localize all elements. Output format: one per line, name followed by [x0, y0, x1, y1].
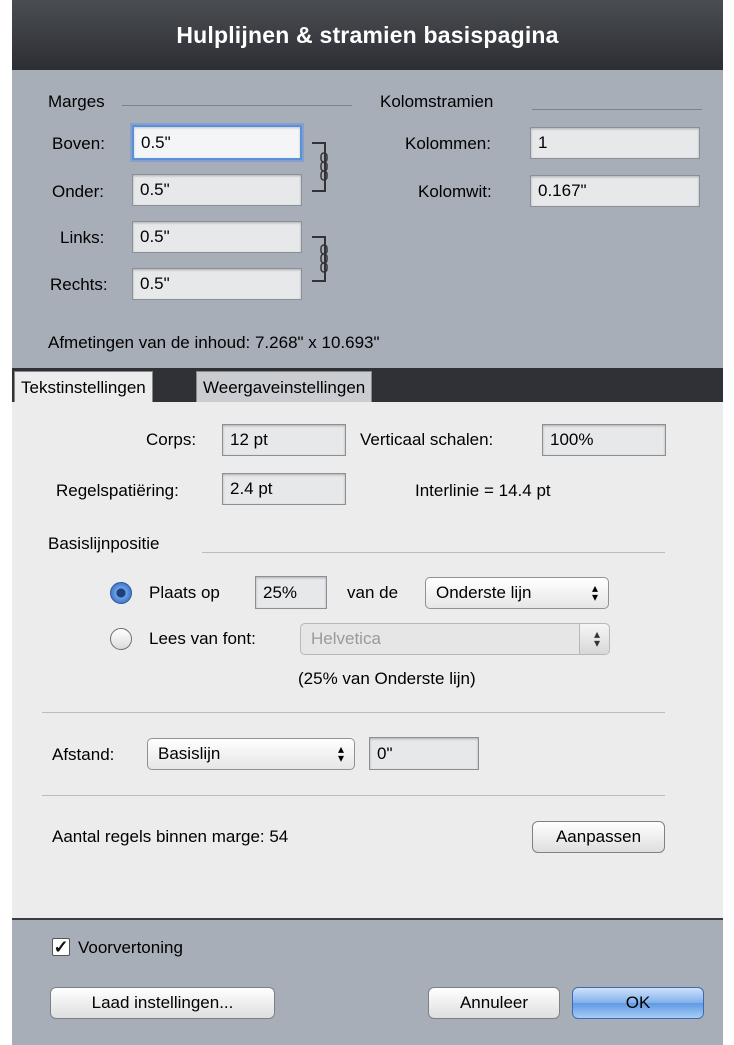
- distance-label: Afstand:: [52, 745, 115, 764]
- place-at-label: Plaats op: [149, 583, 220, 602]
- line-spacing-label: Regelspatiëring:: [56, 481, 179, 500]
- chevron-updown-icon: ▴ ▾: [337, 742, 344, 765]
- gutter-field[interactable]: 0.167": [530, 175, 700, 207]
- text-settings-panel: Corps: 12 pt Verticaal schalen: 100% Reg…: [12, 402, 723, 918]
- section-divider-1: [42, 712, 665, 713]
- right-margin-field[interactable]: 0.5": [132, 268, 302, 300]
- lines-in-margin-text: Aantal regels binnen marge: 54: [52, 827, 289, 846]
- dialog-window: Hulplijnen & stramien basispagina Marges…: [12, 0, 723, 1045]
- line-spacing-field[interactable]: 2.4 pt: [222, 473, 346, 505]
- section-divider-2: [42, 795, 665, 796]
- vscale-label: Verticaal schalen:: [360, 430, 494, 449]
- top-margin-field[interactable]: 0.5": [132, 125, 302, 160]
- baseline-note: (25% van Onderste lijn): [298, 669, 476, 688]
- bottom-margin-label: Onder:: [52, 182, 104, 201]
- corps-label: Corps:: [146, 430, 197, 449]
- baseline-line-select[interactable]: Onderste lijn ▴ ▾: [425, 577, 609, 609]
- margins-header: Marges: [48, 92, 105, 111]
- cancel-button[interactable]: Annuleer: [428, 987, 560, 1019]
- distance-select-value: Basislijn: [158, 744, 221, 763]
- link-chain-icon[interactable]: [319, 244, 329, 274]
- baseline-divider: [202, 552, 665, 553]
- link-chain-icon[interactable]: [319, 152, 329, 182]
- baseline-position-header: Basislijnpositie: [48, 534, 160, 553]
- place-at-field[interactable]: 25%: [255, 576, 327, 609]
- font-select[interactable]: Helvetica ▴ ▾: [300, 623, 610, 655]
- baseline-line-select-value: Onderste lijn: [436, 583, 532, 602]
- content-size-text: Afmetingen van de inhoud: 7.268" x 10.69…: [48, 333, 380, 352]
- place-of-label: van de: [347, 583, 399, 602]
- adjust-button[interactable]: Aanpassen: [532, 821, 665, 853]
- vscale-field[interactable]: 100%: [542, 424, 666, 456]
- leading-text: Interlinie = 14.4 pt: [415, 481, 551, 500]
- distance-field[interactable]: 0": [369, 737, 479, 770]
- dialog-footer: ✓ Voorvertoning Laad instellingen... Ann…: [12, 918, 723, 1045]
- top-margin-label: Boven:: [52, 134, 105, 153]
- read-from-font-radio[interactable]: [110, 628, 132, 650]
- columns-divider: [532, 109, 702, 110]
- gutter-label: Kolomwit:: [418, 182, 492, 201]
- margins-divider: [122, 105, 352, 106]
- read-from-font-label: Lees van font:: [149, 629, 256, 648]
- columns-count-label: Kolommen:: [405, 134, 491, 153]
- left-margin-field[interactable]: 0.5": [132, 221, 302, 253]
- columns-header: Kolomstramien: [380, 92, 494, 111]
- tab-text-settings[interactable]: Tekstinstellingen: [14, 371, 153, 402]
- preview-checkbox[interactable]: ✓: [52, 938, 70, 956]
- place-at-radio[interactable]: [110, 582, 132, 604]
- ok-button[interactable]: OK: [572, 987, 704, 1019]
- preview-label: Voorvertoning: [78, 938, 183, 957]
- corps-field[interactable]: 12 pt: [222, 424, 346, 456]
- bottom-margin-field[interactable]: 0.5": [132, 174, 302, 206]
- columns-count-field[interactable]: 1: [530, 127, 700, 159]
- load-settings-button[interactable]: Laad instellingen...: [50, 987, 275, 1019]
- dialog-title: Hulplijnen & stramien basispagina: [12, 0, 723, 70]
- chevron-updown-icon: ▴ ▾: [593, 627, 600, 650]
- tab-bar: Tekstinstellingen Weergaveinstellingen: [12, 368, 723, 402]
- tab-view-settings[interactable]: Weergaveinstellingen: [196, 371, 373, 402]
- chevron-updown-icon: ▴ ▾: [591, 581, 598, 604]
- font-select-cap: ▴ ▾: [579, 624, 609, 654]
- left-margin-label: Links:: [60, 228, 105, 247]
- font-select-value: Helvetica: [311, 629, 381, 648]
- right-margin-label: Rechts:: [50, 275, 108, 294]
- distance-select[interactable]: Basislijn ▴ ▾: [147, 738, 355, 770]
